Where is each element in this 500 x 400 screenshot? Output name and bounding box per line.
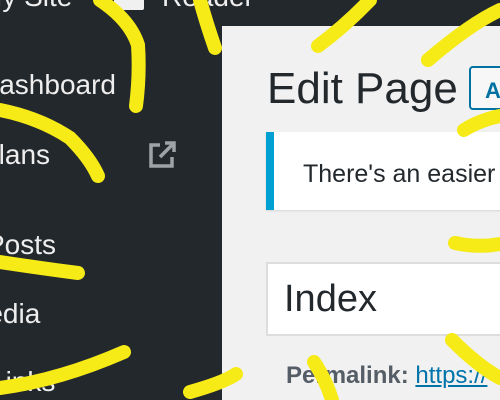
sidebar-item-label: Plans: [0, 139, 51, 170]
reader-icon[interactable]: [114, 0, 144, 10]
sidebar-item-label: Dashboard: [0, 69, 116, 100]
sidebar-item-posts[interactable]: Posts: [0, 229, 56, 261]
admin-sidebar: Dashboard Plans Posts Media Links: [0, 26, 222, 400]
reader-link[interactable]: Reader: [162, 0, 254, 13]
permalink-label: Permalink:: [286, 362, 409, 389]
page-title: Edit Page: [267, 64, 458, 113]
sidebar-item-links[interactable]: Links: [0, 366, 55, 398]
site-name-link[interactable]: My Site: [0, 0, 72, 13]
sidebar-item-label: Links: [0, 366, 56, 397]
main-content: Edit Page Add New There's an easier way …: [222, 26, 500, 400]
external-link-icon[interactable]: [146, 139, 178, 171]
sidebar-item-label: Posts: [0, 229, 57, 260]
page-title-input[interactable]: [266, 262, 500, 336]
sidebar-item-media[interactable]: Media: [0, 298, 40, 330]
editor-notice: There's an easier way to edit your pages: [266, 132, 500, 210]
sidebar-item-dashboard[interactable]: Dashboard: [0, 69, 116, 101]
add-new-button[interactable]: Add New: [469, 66, 500, 110]
permalink-row: Permalink: https://: [286, 362, 487, 390]
sidebar-item-label: Media: [0, 298, 41, 329]
notice-text: There's an easier way to edit your pages: [303, 160, 500, 188]
admin-bar: My Site Reader: [0, 0, 500, 26]
permalink-url-link[interactable]: https://: [415, 362, 487, 389]
sidebar-item-plans[interactable]: Plans: [0, 139, 50, 171]
